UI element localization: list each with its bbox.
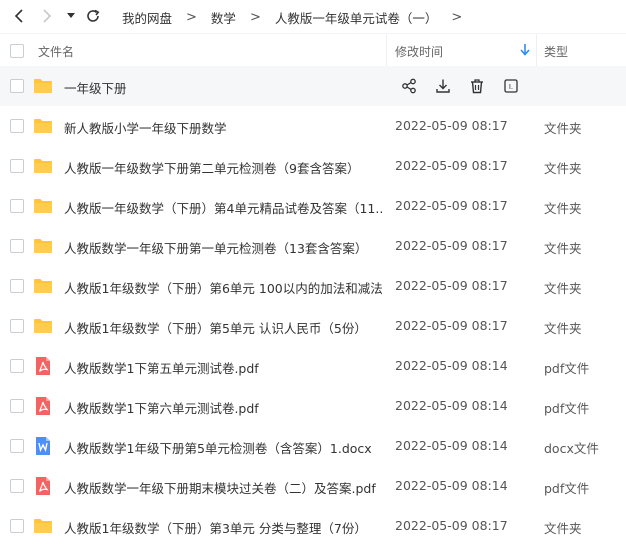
modified-time: 2022-05-09 08:14: [395, 438, 508, 453]
file-row[interactable]: 人教版数学一年级下册期末模块过关卷（二）及答案.pdf 2022-05-09 08…: [0, 466, 626, 506]
folder-icon: [33, 236, 53, 256]
file-name[interactable]: 一年级下册: [64, 78, 382, 97]
breadcrumb-current: 人教版一年级单元试卷（一）: [274, 10, 438, 26]
file-name[interactable]: 人教版一年级数学（下册）第4单元精品试卷及答案（11...: [64, 198, 382, 217]
file-type: 文件夹: [544, 201, 582, 216]
file-name[interactable]: 人教版数学1下第六单元测试卷.pdf: [64, 398, 382, 417]
file-name[interactable]: 人教版数学一年级下册第一单元检测卷（13套含答案）: [64, 238, 382, 257]
file-name[interactable]: 人教版一年级数学下册第二单元检测卷（9套含答案）: [64, 158, 382, 177]
navigation-bar: 我的网盘 > 数学 > 人教版一年级单元试卷（一） >: [0, 0, 626, 33]
file-name[interactable]: 人教版1年级数学（下册）第6单元 100以内的加法和减法...: [64, 278, 382, 297]
chevron-left-icon[interactable]: [8, 5, 30, 27]
file-row[interactable]: 人教版一年级数学下册第二单元检测卷（9套含答案） 2022-05-09 08:17…: [0, 146, 626, 186]
file-type: docx文件: [544, 441, 599, 456]
file-type: 文件夹: [544, 321, 582, 336]
column-header-name[interactable]: 文件名: [38, 43, 74, 60]
file-type: pdf文件: [544, 361, 590, 376]
file-list-header: 文件名 修改时间 类型: [0, 33, 626, 68]
file-type: 文件夹: [544, 241, 582, 256]
folder-icon: [33, 156, 53, 176]
download-icon[interactable]: [426, 76, 460, 96]
more-icon[interactable]: I.: [494, 76, 528, 96]
modified-time: 2022-05-09 08:17: [395, 198, 508, 213]
file-row[interactable]: 新人教版小学一年级下册数学 2022-05-09 08:17 文件夹: [0, 106, 626, 146]
file-row[interactable]: 人教版数学1下第六单元测试卷.pdf 2022-05-09 08:14 pdf文件: [0, 386, 626, 426]
file-type: pdf文件: [544, 401, 590, 416]
breadcrumb-separator-icon: >: [249, 9, 261, 25]
modified-time: 2022-05-09 08:17: [395, 518, 508, 533]
row-checkbox[interactable]: [10, 279, 24, 293]
breadcrumb: 我的网盘 > 数学 > 人教版一年级单元试卷（一） >: [122, 8, 462, 26]
delete-icon[interactable]: [460, 76, 494, 96]
breadcrumb-item[interactable]: 我的网盘: [122, 8, 172, 27]
row-checkbox[interactable]: [10, 199, 24, 213]
refresh-icon[interactable]: [82, 5, 104, 27]
row-checkbox[interactable]: [10, 119, 24, 133]
folder-icon: [33, 76, 53, 96]
file-name[interactable]: 新人教版小学一年级下册数学: [64, 118, 382, 137]
pdf-icon: [33, 356, 53, 376]
row-actions: I.: [392, 76, 528, 96]
file-name[interactable]: 人教版1年级数学（下册）第3单元 分类与整理（7份）: [64, 518, 382, 537]
modified-time: 2022-05-09 08:14: [395, 398, 508, 413]
modified-time: 2022-05-09 08:17: [395, 158, 508, 173]
file-row[interactable]: 人教版数学一年级下册第一单元检测卷（13套含答案） 2022-05-09 08:1…: [0, 226, 626, 266]
file-name[interactable]: 人教版数学1下第五单元测试卷.pdf: [64, 358, 382, 377]
pdf-icon: [33, 396, 53, 416]
chevron-right-icon[interactable]: [36, 5, 58, 27]
row-checkbox[interactable]: [10, 439, 24, 453]
docx-icon: [33, 436, 53, 456]
row-checkbox[interactable]: [10, 399, 24, 413]
file-row[interactable]: 人教版数学1年级下册第5单元检测卷（含答案）1.docx 2022-05-09 0…: [0, 426, 626, 466]
column-divider[interactable]: [536, 34, 537, 67]
file-row[interactable]: 一年级下册 I.: [0, 66, 626, 106]
file-type: 文件夹: [544, 121, 582, 136]
file-row[interactable]: 人教版一年级数学（下册）第4单元精品试卷及答案（11... 2022-05-09 …: [0, 186, 626, 226]
folder-icon: [33, 196, 53, 216]
file-type: 文件夹: [544, 281, 582, 296]
folder-icon: [33, 316, 53, 336]
modified-time: 2022-05-09 08:17: [395, 318, 508, 333]
row-checkbox[interactable]: [10, 239, 24, 253]
file-row[interactable]: 人教版1年级数学（下册）第3单元 分类与整理（7份） 2022-05-09 08:…: [0, 506, 626, 546]
caret-down-icon[interactable]: [62, 5, 80, 27]
column-header-time[interactable]: 修改时间: [395, 43, 443, 60]
file-type: 文件夹: [544, 521, 582, 536]
modified-time: 2022-05-09 08:14: [395, 478, 508, 493]
row-checkbox[interactable]: [10, 79, 24, 93]
pdf-icon: [33, 476, 53, 496]
file-name[interactable]: 人教版1年级数学（下册）第5单元 认识人民币（5份）: [64, 318, 382, 337]
svg-text:I.: I.: [509, 83, 513, 91]
modified-time: 2022-05-09 08:17: [395, 278, 508, 293]
folder-icon: [33, 116, 53, 136]
row-checkbox[interactable]: [10, 519, 24, 533]
row-checkbox[interactable]: [10, 359, 24, 373]
share-icon[interactable]: [392, 76, 426, 96]
file-type: pdf文件: [544, 481, 590, 496]
file-type: 文件夹: [544, 161, 582, 176]
modified-time: 2022-05-09 08:17: [395, 118, 508, 133]
breadcrumb-item[interactable]: 数学: [211, 8, 236, 27]
breadcrumb-separator-icon: >: [451, 9, 463, 25]
modified-time: 2022-05-09 08:14: [395, 358, 508, 373]
row-checkbox[interactable]: [10, 319, 24, 333]
column-divider[interactable]: [386, 34, 387, 67]
sort-arrow-icon[interactable]: [520, 44, 530, 59]
row-checkbox[interactable]: [10, 479, 24, 493]
file-row[interactable]: 人教版1年级数学（下册）第5单元 认识人民币（5份） 2022-05-09 08:…: [0, 306, 626, 346]
select-all-checkbox[interactable]: [10, 44, 24, 58]
file-name[interactable]: 人教版数学1年级下册第5单元检测卷（含答案）1.docx: [64, 438, 382, 457]
file-name[interactable]: 人教版数学一年级下册期末模块过关卷（二）及答案.pdf: [64, 478, 382, 497]
modified-time: 2022-05-09 08:17: [395, 238, 508, 253]
row-checkbox[interactable]: [10, 159, 24, 173]
folder-icon: [33, 276, 53, 296]
file-row[interactable]: 人教版1年级数学（下册）第6单元 100以内的加法和减法... 2022-05-0…: [0, 266, 626, 306]
breadcrumb-separator-icon: >: [186, 9, 197, 25]
column-header-type[interactable]: 类型: [544, 43, 568, 60]
file-row[interactable]: 人教版数学1下第五单元测试卷.pdf 2022-05-09 08:14 pdf文件: [0, 346, 626, 386]
folder-icon: [33, 516, 53, 536]
